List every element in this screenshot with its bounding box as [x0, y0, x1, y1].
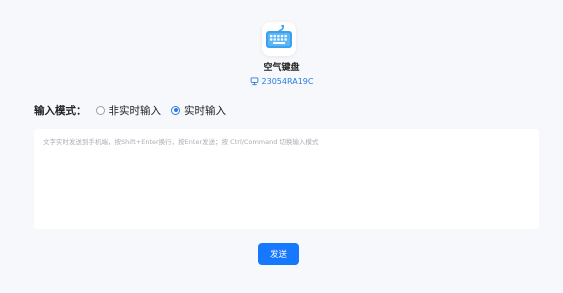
- radio-circle-checked[interactable]: [171, 105, 180, 115]
- radio-circle[interactable]: [95, 105, 105, 115]
- app-name: 空气键盘: [263, 63, 300, 73]
- radio-realtime[interactable]: 实时输入: [171, 103, 226, 118]
- keyboard-icon: [266, 24, 292, 48]
- app-logo: [262, 22, 296, 56]
- radio-label: 非实时输入: [108, 104, 162, 117]
- text-input-area: [34, 129, 539, 229]
- input-mode-label: 输入模式：: [34, 104, 87, 117]
- radio-non-realtime[interactable]: 非实时输入: [95, 103, 162, 118]
- radio-label: 实时输入: [184, 104, 226, 117]
- input-mode-row: 输入模式： 非实时输入 实时输入: [34, 102, 236, 118]
- device-info: 23054RA19C: [0, 77, 563, 86]
- send-button[interactable]: 发送: [258, 243, 299, 265]
- device-name: 23054RA19C: [261, 77, 314, 86]
- computer-icon: [250, 77, 258, 86]
- text-input[interactable]: [43, 136, 530, 222]
